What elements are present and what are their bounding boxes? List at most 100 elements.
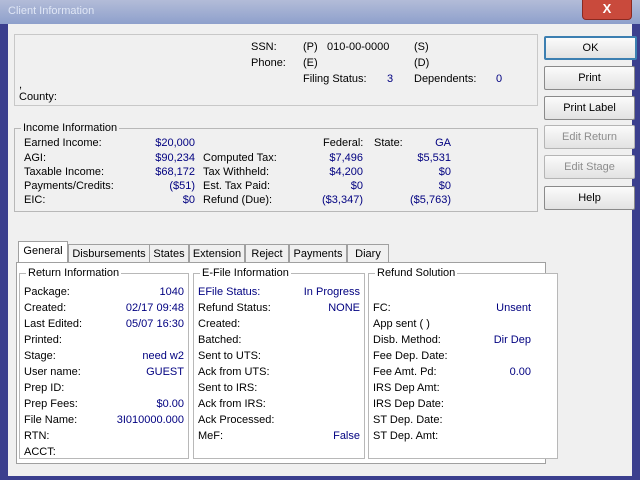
print-label-button[interactable]: Print Label <box>544 96 635 120</box>
dialog-client-area: SSN: (P) 010-00-0000 (S) Phone: (E) (D) … <box>8 24 637 476</box>
eic-label: EIC: <box>24 194 46 206</box>
last-edited-value: 05/07 16:30 <box>125 318 184 330</box>
fee-amt-pd-value: 0.00 <box>509 366 531 378</box>
st-dep-date-label: ST Dep. Date: <box>373 414 443 426</box>
taxable-income-value: $68,172 <box>155 166 195 178</box>
refund-status-value: NONE <box>328 302 360 314</box>
return-information-title: Return Information <box>26 267 122 279</box>
dependents-label: Dependents: <box>414 73 477 85</box>
tab-states[interactable]: States <box>149 244 189 263</box>
earned-income-value: $20,000 <box>155 137 195 149</box>
earned-income-label: Earned Income: <box>24 137 102 149</box>
prep-id-label: Prep ID: <box>24 382 65 394</box>
ack-processed-label: Ack Processed: <box>198 414 275 426</box>
rtn-label: RTN: <box>24 430 50 442</box>
sent-to-irs-label: Sent to IRS: <box>198 382 258 394</box>
tax-withheld-federal: $4,200 <box>329 166 363 178</box>
help-button[interactable]: Help <box>544 186 635 210</box>
package-label: Package: <box>24 286 70 298</box>
refund-due-label: Refund (Due): <box>203 194 273 206</box>
ssn-s-tag: (S) <box>414 41 429 53</box>
mef-value: False <box>333 430 360 442</box>
income-information-title: Income Information <box>21 122 120 134</box>
refund-status-label: Refund Status: <box>198 302 271 314</box>
user-name-value: GUEST <box>146 366 184 378</box>
st-dep-amt-label: ST Dep. Amt: <box>373 430 439 442</box>
app-sent-label: App sent ( ) <box>373 318 430 330</box>
phone-e-tag: (E) <box>303 57 318 69</box>
dependents-value: 0 <box>496 73 503 85</box>
tab-diary[interactable]: Diary <box>347 244 389 263</box>
refund-due-federal: ($3,347) <box>322 194 363 206</box>
payments-credits-value: ($51) <box>169 180 195 192</box>
agi-label: AGI: <box>24 152 47 164</box>
tab-disbursements[interactable]: Disbursements <box>68 244 150 263</box>
county-label: County: <box>19 91 57 103</box>
user-name-label: User name: <box>24 366 81 378</box>
ack-from-irs-label: Ack from IRS: <box>198 398 266 410</box>
est-tax-paid-label: Est. Tax Paid: <box>203 180 271 192</box>
stage-value: need w2 <box>142 350 184 362</box>
printed-label: Printed: <box>24 334 62 346</box>
phone-d-tag: (D) <box>414 57 430 69</box>
edit-return-button[interactable]: Edit Return <box>544 125 635 149</box>
refund-solution-group: Refund Solution FC: Unsent App sent ( ) … <box>368 267 558 459</box>
ssn-value: 010-00-0000 <box>327 41 390 53</box>
prep-fees-label: Prep Fees: <box>24 398 78 410</box>
fee-dep-date-label: Fee Dep. Date: <box>373 350 448 362</box>
ack-from-uts-label: Ack from UTS: <box>198 366 270 378</box>
tax-withheld-label: Tax Withheld: <box>203 166 270 178</box>
payments-credits-label: Payments/Credits: <box>24 180 114 192</box>
file-name-value: 3I010000.000 <box>116 414 184 426</box>
stage-label: Stage: <box>24 350 56 362</box>
address-comma: , <box>19 79 23 91</box>
income-information-group: Income Information Earned Income: $20,00… <box>14 122 538 212</box>
title-bar: Client Information X <box>0 0 640 24</box>
disb-method-value: Dir Dep <box>493 334 531 346</box>
computed-tax-state: $5,531 <box>417 152 451 164</box>
irs-dep-date-label: IRS Dep Date: <box>373 398 444 410</box>
tax-withheld-state: $0 <box>438 166 451 178</box>
package-value: 1040 <box>159 286 184 298</box>
created-value: 02/17 09:48 <box>125 302 184 314</box>
acct-label: ACCT: <box>24 446 56 458</box>
efile-created-label: Created: <box>198 318 241 330</box>
efile-information-title: E-File Information <box>200 267 291 279</box>
tab-reject[interactable]: Reject <box>245 244 289 263</box>
window-title: Client Information <box>8 5 95 17</box>
refund-solution-title: Refund Solution <box>375 267 458 279</box>
mef-label: MeF: <box>198 430 224 442</box>
taxable-income-label: Taxable Income: <box>24 166 105 178</box>
phone-label: Phone: <box>251 57 286 69</box>
ssn-p-tag: (P) <box>303 41 318 53</box>
efile-information-group: E-File Information EFile Status: In Prog… <box>193 267 365 459</box>
computed-tax-label: Computed Tax: <box>203 152 277 164</box>
file-name-label: File Name: <box>24 414 78 426</box>
state-header: State: <box>374 137 403 149</box>
print-button[interactable]: Print <box>544 66 635 90</box>
computed-tax-federal: $7,496 <box>329 152 363 164</box>
filing-status-label: Filing Status: <box>303 73 367 85</box>
last-edited-label: Last Edited: <box>24 318 83 330</box>
tab-general[interactable]: General <box>18 241 68 263</box>
ssn-label: SSN: <box>251 41 277 53</box>
general-tab-panel: Return Information Package: 1040 Created… <box>16 262 558 464</box>
edit-stage-button[interactable]: Edit Stage <box>544 155 635 179</box>
fc-label: FC: <box>373 302 391 314</box>
filing-status-value: 3 <box>387 73 394 85</box>
eic-value: $0 <box>182 194 195 206</box>
tab-payments[interactable]: Payments <box>289 244 347 263</box>
state-code: GA <box>435 137 451 149</box>
batched-label: Batched: <box>198 334 242 346</box>
federal-header: Federal: <box>323 137 364 149</box>
efile-status-label: EFile Status: <box>198 286 261 298</box>
ok-button[interactable]: OK <box>544 36 637 60</box>
agi-value: $90,234 <box>155 152 195 164</box>
efile-status-value: In Progress <box>303 286 360 298</box>
created-label: Created: <box>24 302 67 314</box>
fc-value: Unsent <box>496 302 531 314</box>
refund-due-state: ($5,763) <box>410 194 451 206</box>
client-info-panel: SSN: (P) 010-00-0000 (S) Phone: (E) (D) … <box>14 34 538 106</box>
close-button[interactable]: X <box>582 0 632 20</box>
tab-extension[interactable]: Extension <box>189 244 245 263</box>
